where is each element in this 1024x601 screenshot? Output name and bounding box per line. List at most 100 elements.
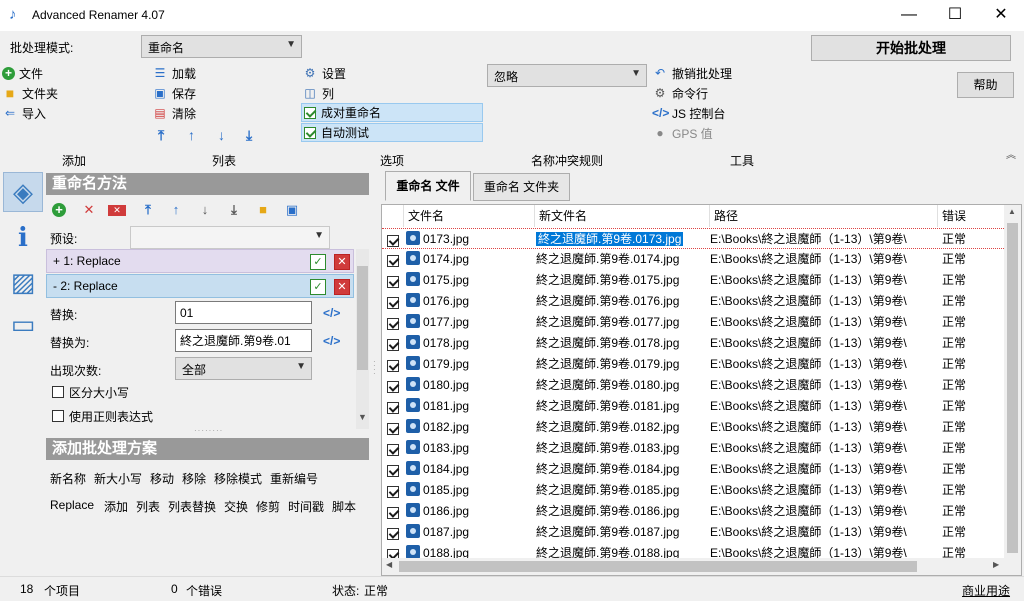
row-checkbox[interactable] <box>387 276 399 288</box>
maximize-button[interactable]: ☐ <box>932 0 978 31</box>
table-row[interactable]: 0179.jpg 終之退魔師.第9卷.0179.jpg E:\Books\終之退魔師… <box>382 354 1006 375</box>
row-checkbox[interactable] <box>387 360 399 372</box>
method-link-script[interactable]: 脚本 <box>332 498 356 515</box>
clear-methods-icon[interactable]: ✕ <box>108 205 126 216</box>
table-row[interactable]: 0186.jpg 終之退魔師.第9卷.0186.jpg E:\Books\終之退魔師… <box>382 501 1006 522</box>
method-link-add[interactable]: 添加 <box>104 498 128 515</box>
table-row[interactable]: 0182.jpg 終之退魔師.第9卷.0182.jpg E:\Books\終之退魔師… <box>382 417 1006 438</box>
table-row[interactable]: 0174.jpg 終之退魔師.第9卷.0174.jpg E:\Books\終之退魔師… <box>382 249 1006 270</box>
commercial-use-link[interactable]: 商业用途 <box>962 582 1010 599</box>
grid-hscroll-thumb[interactable] <box>399 561 917 572</box>
method-link-replace[interactable]: Replace <box>50 498 94 512</box>
tab-rename-files[interactable]: 重命名 文件 <box>385 171 471 201</box>
layers-icon[interactable]: ◈ <box>3 172 43 212</box>
row-checkbox[interactable] <box>387 528 399 540</box>
table-row[interactable]: 0177.jpg 終之退魔師.第9卷.0177.jpg E:\Books\終之退魔師… <box>382 312 1006 333</box>
tab-rename-folders[interactable]: 重命名 文件夹 <box>473 173 570 201</box>
use-regex-checkbox[interactable] <box>52 410 64 422</box>
preset-select[interactable]: ▼ <box>130 226 330 249</box>
scroll-left-icon[interactable]: ◀ <box>386 560 392 569</box>
start-batch-button[interactable]: 开始批处理 <box>811 35 1011 61</box>
row-checkbox[interactable] <box>387 318 399 330</box>
row-checkbox[interactable] <box>387 339 399 351</box>
row-checkbox[interactable] <box>387 255 399 267</box>
move-top-icon[interactable]: ⤒ <box>158 127 164 144</box>
column-header-error[interactable]: 错误 <box>938 205 1006 227</box>
import-button[interactable]: ⇐ 导入 <box>2 104 46 122</box>
move-up-icon[interactable]: ↑ <box>167 201 185 219</box>
row-checkbox[interactable] <box>387 297 399 309</box>
table-row[interactable]: 0181.jpg 終之退魔師.第9卷.0181.jpg E:\Books\終之退魔師… <box>382 396 1006 417</box>
info-icon[interactable]: i <box>3 218 43 258</box>
js-console-button[interactable]: </> JS 控制台 <box>652 104 725 122</box>
row-checkbox[interactable] <box>387 423 399 435</box>
method-link-new-name[interactable]: 新名称 <box>50 470 86 487</box>
method-link-list[interactable]: 列表 <box>136 498 160 515</box>
move-down-icon[interactable]: ↓ <box>218 127 225 143</box>
enable-check-icon[interactable]: ✓ <box>310 279 326 295</box>
add-folder-button[interactable]: ■ 文件夹 <box>2 84 58 102</box>
method-link-list-replace[interactable]: 列表替换 <box>168 498 216 515</box>
table-row[interactable]: 0173.jpg 終之退魔師.第9卷.0173.jpg E:\Books\終之退魔師… <box>382 228 1006 249</box>
delete-method-icon[interactable]: ✕ <box>80 201 98 219</box>
table-row[interactable]: 0183.jpg 終之退魔師.第9卷.0183.jpg E:\Books\終之退魔師… <box>382 438 1006 459</box>
use-regex-option[interactable]: 使用正则表达式 <box>52 407 153 425</box>
remove-x-icon[interactable]: ✕ <box>334 254 350 270</box>
row-checkbox[interactable] <box>387 381 399 393</box>
column-header-filename[interactable]: 文件名 <box>404 205 535 227</box>
table-row[interactable]: 0184.jpg 終之退魔師.第9卷.0184.jpg E:\Books\終之退魔師… <box>382 459 1006 480</box>
methods-scroll-thumb[interactable] <box>357 266 368 370</box>
move-top-icon[interactable]: ⤒ <box>139 201 157 219</box>
pair-rename-toggle[interactable]: 成对重命名 <box>301 103 483 122</box>
minimize-button[interactable]: — <box>886 0 932 31</box>
method-link-swap[interactable]: 交换 <box>224 498 248 515</box>
method-link-trim[interactable]: 修剪 <box>256 498 280 515</box>
scroll-up-icon[interactable]: ▲ <box>1008 207 1016 216</box>
vertical-splitter-grip[interactable]: · · · · <box>373 358 377 378</box>
columns-button[interactable]: ◫ 列 <box>302 84 334 102</box>
add-file-button[interactable]: + 文件 <box>2 64 43 82</box>
code-icon[interactable]: </> <box>323 334 340 348</box>
enable-check-icon[interactable]: ✓ <box>310 254 326 270</box>
grid-scroll-thumb[interactable] <box>1007 223 1018 553</box>
add-method-icon[interactable]: + <box>52 203 66 217</box>
method-link-timestamp[interactable]: 时间戳 <box>288 498 324 515</box>
method-item-replace-2[interactable]: - 2: Replace ✓ ✕ <box>46 274 354 298</box>
image-icon[interactable]: ▨ <box>3 262 43 302</box>
table-row[interactable]: 0187.jpg 終之退魔師.第9卷.0187.jpg E:\Books\終之退魔師… <box>382 522 1006 543</box>
command-line-button[interactable]: ⚙ 命令行 <box>652 84 708 102</box>
table-row[interactable]: 0180.jpg 終之退魔師.第9卷.0180.jpg E:\Books\終之退魔師… <box>382 375 1006 396</box>
undo-batch-button[interactable]: ↶ 撤销批处理 <box>652 64 732 82</box>
method-link-move[interactable]: 移动 <box>150 470 174 487</box>
auto-test-toggle[interactable]: 自动测试 <box>301 123 483 142</box>
method-link-renumber[interactable]: 重新编号 <box>270 470 318 487</box>
load-list-button[interactable]: ☰ 加载 <box>152 64 196 82</box>
remove-x-icon[interactable]: ✕ <box>334 279 350 295</box>
folder-icon[interactable]: ▭ <box>3 304 43 344</box>
column-header-path[interactable]: 路径 <box>710 205 938 227</box>
move-down-icon[interactable]: ↓ <box>196 201 214 219</box>
collapse-toolbar-icon[interactable]: ︽ <box>1006 146 1016 161</box>
row-checkbox[interactable] <box>387 507 399 519</box>
row-checkbox[interactable] <box>387 235 399 247</box>
row-checkbox[interactable] <box>387 465 399 477</box>
case-sensitive-option[interactable]: 区分大小写 <box>52 383 129 401</box>
grid-horizontal-scrollbar[interactable]: ◀ ▶ <box>382 558 1021 575</box>
auto-test-checkbox[interactable] <box>304 126 316 139</box>
column-header-check[interactable] <box>382 205 404 227</box>
table-row[interactable]: 0178.jpg 終之退魔師.第9卷.0178.jpg E:\Books\終之退魔師… <box>382 333 1006 354</box>
code-icon[interactable]: </> <box>323 306 340 320</box>
settings-button[interactable]: ⚙ 设置 <box>302 64 346 82</box>
help-button[interactable]: 帮助 <box>957 72 1014 98</box>
splitter-grip[interactable]: ········ <box>194 426 223 435</box>
table-row[interactable]: 0185.jpg 終之退魔師.第9卷.0185.jpg E:\Books\終之退魔師… <box>382 480 1006 501</box>
method-item-replace-1[interactable]: + 1: Replace ✓ ✕ <box>46 249 354 273</box>
occurrence-select[interactable]: 全部 ▼ <box>175 357 312 380</box>
row-checkbox[interactable] <box>387 486 399 498</box>
grid-vertical-scrollbar[interactable]: ▲ <box>1004 205 1021 560</box>
pair-rename-checkbox[interactable] <box>304 106 316 119</box>
open-folder-icon[interactable]: ■ <box>254 201 272 219</box>
conflict-rule-select[interactable]: 忽略 ▼ <box>487 64 647 87</box>
method-link-remove[interactable]: 移除 <box>182 470 206 487</box>
move-bottom-icon[interactable]: ⤓ <box>246 127 252 144</box>
